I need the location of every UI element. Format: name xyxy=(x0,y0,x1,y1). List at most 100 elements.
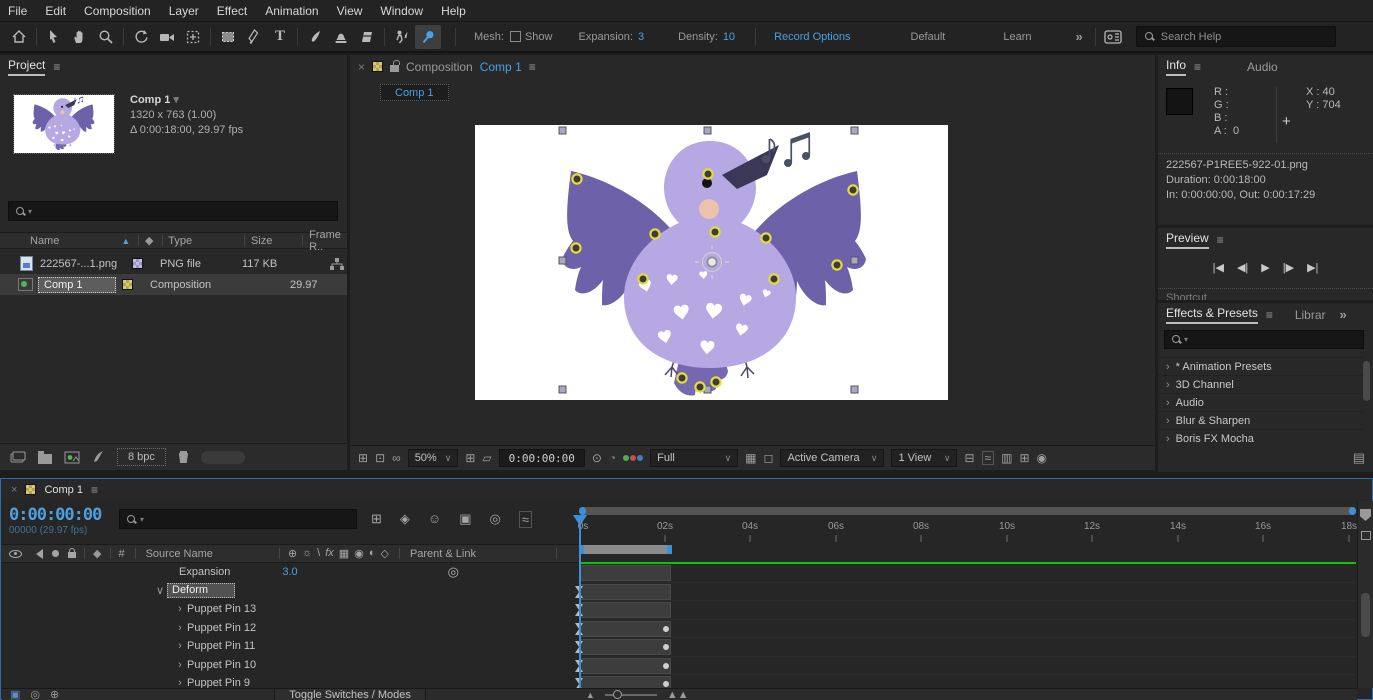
delete-icon[interactable] xyxy=(178,451,189,463)
pin-name[interactable]: Puppet Pin 12 xyxy=(187,622,256,634)
group-row-deform[interactable]: ∨ Deform xyxy=(1,582,579,601)
pick-whip-icon[interactable]: ◎ xyxy=(448,564,459,580)
motion-blur-switch-icon[interactable]: ◉ xyxy=(354,547,364,560)
effects-scrollbar[interactable] xyxy=(1363,361,1370,401)
flowchart-button-icon[interactable]: ⊞ xyxy=(1019,452,1029,464)
show-snapshot-icon[interactable]: ◔ xyxy=(609,452,616,464)
puppet-pin-tool[interactable] xyxy=(415,25,441,49)
zoom-in-mountain-icon[interactable]: ▲▲ xyxy=(667,689,689,700)
solo-icon[interactable] xyxy=(52,550,59,557)
track-row[interactable] xyxy=(579,620,1356,639)
effects-presets-tab[interactable]: Effects & Presets xyxy=(1166,306,1258,324)
col-size[interactable]: Size xyxy=(251,235,272,247)
comp-viewer-tab[interactable]: Comp 1 xyxy=(380,84,449,101)
project-search-field[interactable]: ▾ xyxy=(8,201,338,221)
show-channel-icon[interactable] xyxy=(623,455,643,461)
menu-composition[interactable]: Composition xyxy=(84,4,151,18)
expand-transform-icon[interactable]: ⊕ xyxy=(50,688,59,700)
eye-icon[interactable] xyxy=(9,550,22,558)
text-tool[interactable]: T xyxy=(267,25,293,49)
expansion-value[interactable]: 3 xyxy=(638,31,644,43)
resolution-dropdown[interactable]: Full∨ xyxy=(650,449,738,467)
menu-effect[interactable]: Effect xyxy=(217,4,247,18)
twirl-icon[interactable]: ∨ xyxy=(153,584,167,597)
transparency-grid-icon[interactable]: ▦ xyxy=(745,452,756,464)
home-tool[interactable] xyxy=(6,25,32,49)
work-area-bar[interactable] xyxy=(579,545,672,554)
keyframe-icon[interactable] xyxy=(663,681,669,687)
property-name[interactable]: Expansion xyxy=(179,566,230,578)
view-layout-camera-dropdown[interactable]: Active Camera∨ xyxy=(780,449,884,467)
fx-switch-icon[interactable]: fx xyxy=(325,547,334,560)
lock-icon[interactable] xyxy=(68,552,76,558)
audio-icon[interactable] xyxy=(31,549,43,559)
interpret-footage-icon[interactable] xyxy=(10,451,26,464)
panel-grabber-icon[interactable]: ▤ xyxy=(1353,450,1365,466)
track-row[interactable] xyxy=(579,638,1356,657)
effects-category[interactable]: ›3D Channel xyxy=(1158,375,1364,393)
twirl-icon[interactable]: › xyxy=(173,659,187,671)
comp-timecode[interactable]: 0:00:00:00 xyxy=(499,449,585,467)
motion-blur-icon[interactable]: ◎ xyxy=(489,511,500,528)
timeline-search-field[interactable]: ▾ xyxy=(119,509,357,529)
previous-frame-button[interactable]: ◀| xyxy=(1237,261,1248,274)
col-framerate[interactable]: Frame R.. xyxy=(309,229,347,253)
panel-overflow-chevron[interactable]: » xyxy=(1340,307,1347,322)
track-row[interactable] xyxy=(579,657,1356,676)
hide-shy-layers-icon[interactable]: ☺ xyxy=(428,511,441,528)
effects-category[interactable]: ›Blur & Sharpen xyxy=(1158,411,1364,429)
reset-exposure-icon[interactable]: ◉ xyxy=(1037,452,1047,464)
sort-ascending-icon[interactable]: ▲ xyxy=(121,236,130,246)
play-button[interactable]: ▶ xyxy=(1261,261,1269,274)
safe-margins-icon[interactable]: ⊞ xyxy=(465,452,475,464)
timeline-comp-tab[interactable]: Comp 1 xyxy=(44,484,83,496)
mesh-show-checkbox[interactable] xyxy=(510,31,521,42)
snapshot-camera-icon[interactable]: ⊙ xyxy=(592,452,602,464)
label-swatch[interactable] xyxy=(122,279,133,290)
effects-category[interactable]: ›Boris FX Mocha xyxy=(1158,429,1364,447)
camera-tool[interactable] xyxy=(154,25,180,49)
comp-caret-icon[interactable]: ▾ xyxy=(173,94,179,106)
color-depth-button[interactable]: 8 bpc xyxy=(117,448,166,466)
clone-stamp-tool[interactable] xyxy=(328,25,354,49)
main-monitor-icon[interactable]: ⊡ xyxy=(375,452,385,464)
project-comp-name[interactable]: Comp 1 xyxy=(130,94,170,106)
close-panel-icon[interactable]: × xyxy=(11,484,17,496)
composition-panel-comp-name[interactable]: Comp 1 xyxy=(480,60,522,74)
property-row-expansion[interactable]: Expansion 3.0 ◎ xyxy=(1,563,579,582)
hand-tool[interactable] xyxy=(67,25,93,49)
effects-category[interactable]: ›Audio xyxy=(1158,393,1364,411)
property-row-pin[interactable]: › Puppet Pin 11 xyxy=(1,637,579,656)
view-count-dropdown[interactable]: 1 View∨ xyxy=(891,449,957,467)
property-row-pin[interactable]: › Puppet Pin 13 xyxy=(1,600,579,619)
keyframe-icon[interactable] xyxy=(663,644,669,650)
menu-file[interactable]: File xyxy=(8,4,27,18)
project-thumbnail[interactable] xyxy=(14,95,114,153)
playhead-handle[interactable] xyxy=(573,515,587,533)
info-panel-menu-icon[interactable]: ≡ xyxy=(1194,60,1201,74)
pin-name[interactable]: Puppet Pin 10 xyxy=(187,659,256,671)
menu-window[interactable]: Window xyxy=(380,4,423,18)
quality-switch-icon[interactable]: \ xyxy=(317,547,320,560)
workspace-overflow-chevron[interactable]: » xyxy=(1076,29,1083,44)
search-help-field[interactable]: Search Help xyxy=(1136,26,1336,47)
group-name[interactable]: Deform xyxy=(167,583,235,598)
anchor-switch-icon[interactable]: ⊕ xyxy=(288,547,297,560)
new-composition-icon[interactable] xyxy=(64,451,80,464)
workspace-settings-icon[interactable] xyxy=(1100,25,1126,49)
keyframe-icon[interactable] xyxy=(663,626,669,632)
preview-tab[interactable]: Preview xyxy=(1166,231,1209,249)
twirl-icon[interactable]: › xyxy=(173,622,187,634)
close-panel-icon[interactable]: × xyxy=(358,60,365,74)
magnification-dropdown[interactable]: 50%∨ xyxy=(408,449,459,467)
track-row[interactable] xyxy=(579,564,1356,583)
roto-brush-tool[interactable] xyxy=(389,25,415,49)
new-folder-icon[interactable] xyxy=(38,454,52,464)
comp-marker-icon[interactable] xyxy=(1360,509,1371,521)
zoom-out-mountain-icon[interactable]: ▲ xyxy=(586,690,595,700)
twirl-icon[interactable]: › xyxy=(173,640,187,652)
track-row[interactable] xyxy=(579,583,1356,602)
timeline-horizontal-scrollbar[interactable] xyxy=(579,507,1356,515)
adjustment-switch-icon[interactable]: ◐ xyxy=(369,547,376,560)
frame-blend-switch-icon[interactable]: ▦ xyxy=(339,547,349,560)
